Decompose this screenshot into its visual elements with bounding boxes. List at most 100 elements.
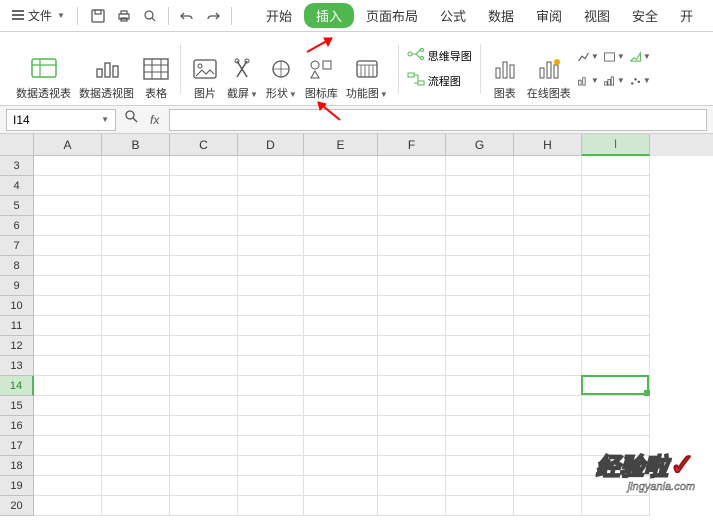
cell-B16[interactable] bbox=[102, 416, 170, 436]
cell-D17[interactable] bbox=[238, 436, 304, 456]
cell-F17[interactable] bbox=[378, 436, 446, 456]
cell-G15[interactable] bbox=[446, 396, 514, 416]
cell-I19[interactable] bbox=[582, 476, 650, 496]
cell-B20[interactable] bbox=[102, 496, 170, 516]
cell-F12[interactable] bbox=[378, 336, 446, 356]
tab-review[interactable]: 审阅 bbox=[526, 2, 572, 29]
cell-H7[interactable] bbox=[514, 236, 582, 256]
cell-H17[interactable] bbox=[514, 436, 582, 456]
cell-H15[interactable] bbox=[514, 396, 582, 416]
cell-I17[interactable] bbox=[582, 436, 650, 456]
cell-C6[interactable] bbox=[170, 216, 238, 236]
tab-open[interactable]: 开 bbox=[670, 2, 703, 29]
row-header-19[interactable]: 19 bbox=[0, 476, 34, 496]
cell-B7[interactable] bbox=[102, 236, 170, 256]
cell-H8[interactable] bbox=[514, 256, 582, 276]
fx-label[interactable]: fx bbox=[150, 113, 159, 127]
cell-A16[interactable] bbox=[34, 416, 102, 436]
row-header-17[interactable]: 17 bbox=[0, 436, 34, 456]
row-header-4[interactable]: 4 bbox=[0, 176, 34, 196]
cell-E16[interactable] bbox=[304, 416, 378, 436]
cell-B14[interactable] bbox=[102, 376, 170, 396]
cell-A17[interactable] bbox=[34, 436, 102, 456]
cell-A18[interactable] bbox=[34, 456, 102, 476]
cell-D7[interactable] bbox=[238, 236, 304, 256]
cell-C13[interactable] bbox=[170, 356, 238, 376]
file-menu[interactable]: 文件 ▼ bbox=[4, 7, 73, 24]
row-header-18[interactable]: 18 bbox=[0, 456, 34, 476]
cell-E19[interactable] bbox=[304, 476, 378, 496]
tab-formula[interactable]: 公式 bbox=[430, 2, 476, 29]
cell-B11[interactable] bbox=[102, 316, 170, 336]
cell-B8[interactable] bbox=[102, 256, 170, 276]
cell-E8[interactable] bbox=[304, 256, 378, 276]
col-header-G[interactable]: G bbox=[446, 134, 514, 156]
tab-page-layout[interactable]: 页面布局 bbox=[356, 2, 428, 29]
cell-A19[interactable] bbox=[34, 476, 102, 496]
cell-I11[interactable] bbox=[582, 316, 650, 336]
cell-E3[interactable] bbox=[304, 156, 378, 176]
zoom-icon[interactable] bbox=[124, 109, 140, 130]
undo-button[interactable] bbox=[175, 4, 199, 28]
cell-B18[interactable] bbox=[102, 456, 170, 476]
print-preview-button[interactable] bbox=[138, 4, 162, 28]
flowchart-button[interactable]: 流程图 bbox=[407, 72, 472, 91]
cell-D15[interactable] bbox=[238, 396, 304, 416]
cell-B9[interactable] bbox=[102, 276, 170, 296]
cell-E15[interactable] bbox=[304, 396, 378, 416]
small-chart-3-button[interactable]: ▼ bbox=[603, 46, 625, 68]
cell-G17[interactable] bbox=[446, 436, 514, 456]
tab-view[interactable]: 视图 bbox=[574, 2, 620, 29]
cell-B12[interactable] bbox=[102, 336, 170, 356]
cell-D9[interactable] bbox=[238, 276, 304, 296]
cell-D11[interactable] bbox=[238, 316, 304, 336]
cell-E11[interactable] bbox=[304, 316, 378, 336]
cell-A6[interactable] bbox=[34, 216, 102, 236]
cell-I5[interactable] bbox=[582, 196, 650, 216]
cell-D19[interactable] bbox=[238, 476, 304, 496]
redo-button[interactable] bbox=[201, 4, 225, 28]
chart-button[interactable]: 图表 bbox=[489, 51, 521, 105]
cell-D18[interactable] bbox=[238, 456, 304, 476]
cell-C16[interactable] bbox=[170, 416, 238, 436]
cell-D6[interactable] bbox=[238, 216, 304, 236]
cell-H6[interactable] bbox=[514, 216, 582, 236]
cell-C9[interactable] bbox=[170, 276, 238, 296]
col-header-F[interactable]: F bbox=[378, 134, 446, 156]
row-header-3[interactable]: 3 bbox=[0, 156, 34, 176]
print-button[interactable] bbox=[112, 4, 136, 28]
function-chart-button[interactable]: 功能图▼ bbox=[344, 51, 390, 105]
cell-E17[interactable] bbox=[304, 436, 378, 456]
cell-D16[interactable] bbox=[238, 416, 304, 436]
row-header-20[interactable]: 20 bbox=[0, 496, 34, 516]
row-header-8[interactable]: 8 bbox=[0, 256, 34, 276]
cell-D12[interactable] bbox=[238, 336, 304, 356]
row-header-5[interactable]: 5 bbox=[0, 196, 34, 216]
small-chart-4-button[interactable]: ▼ bbox=[603, 70, 625, 92]
cell-F5[interactable] bbox=[378, 196, 446, 216]
cell-A15[interactable] bbox=[34, 396, 102, 416]
cell-A7[interactable] bbox=[34, 236, 102, 256]
save-button[interactable] bbox=[86, 4, 110, 28]
cell-A20[interactable] bbox=[34, 496, 102, 516]
cell-E20[interactable] bbox=[304, 496, 378, 516]
cell-C5[interactable] bbox=[170, 196, 238, 216]
cell-G8[interactable] bbox=[446, 256, 514, 276]
cell-C17[interactable] bbox=[170, 436, 238, 456]
cell-A3[interactable] bbox=[34, 156, 102, 176]
cell-I16[interactable] bbox=[582, 416, 650, 436]
cell-B15[interactable] bbox=[102, 396, 170, 416]
cell-F16[interactable] bbox=[378, 416, 446, 436]
cell-B10[interactable] bbox=[102, 296, 170, 316]
cell-H4[interactable] bbox=[514, 176, 582, 196]
cell-A5[interactable] bbox=[34, 196, 102, 216]
cell-F20[interactable] bbox=[378, 496, 446, 516]
cell-B17[interactable] bbox=[102, 436, 170, 456]
online-chart-button[interactable]: 在线图表 bbox=[525, 51, 573, 105]
cell-F18[interactable] bbox=[378, 456, 446, 476]
col-header-B[interactable]: B bbox=[102, 134, 170, 156]
cell-G10[interactable] bbox=[446, 296, 514, 316]
cell-C15[interactable] bbox=[170, 396, 238, 416]
small-chart-5-button[interactable]: ▼ bbox=[629, 46, 651, 68]
cell-G14[interactable] bbox=[446, 376, 514, 396]
